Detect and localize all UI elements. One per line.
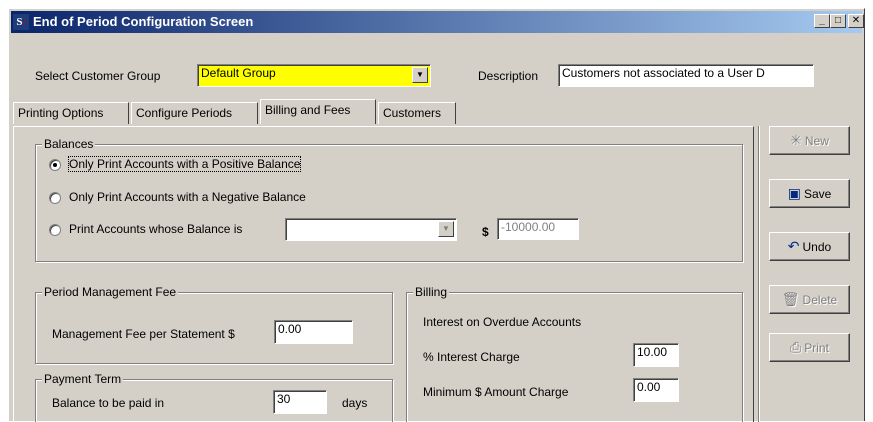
- vertical-divider: [758, 126, 760, 422]
- chevron-down-icon[interactable]: ▼: [438, 221, 454, 237]
- tab-configure-periods[interactable]: Configure Periods: [131, 102, 258, 124]
- interest-charge-label: % Interest Charge: [423, 350, 520, 364]
- title-bar[interactable]: S/ End of Period Configuration Screen _ …: [11, 11, 864, 33]
- tab-printing-options[interactable]: Printing Options: [13, 102, 129, 124]
- undo-button-label: Undo: [802, 240, 832, 254]
- interest-charge-field[interactable]: 10.00: [633, 343, 679, 367]
- config-window: S/ End of Period Configuration Screen _ …: [8, 8, 865, 422]
- management-fee-label: Management Fee per Statement $: [52, 327, 235, 341]
- minimize-button[interactable]: _: [814, 14, 830, 28]
- dollar-sign-label: $: [482, 225, 489, 239]
- new-button-label: New: [804, 134, 829, 148]
- print-button[interactable]: ⎙ Print: [769, 333, 850, 362]
- trash-can-icon: 🗑: [781, 291, 800, 307]
- app-icon-slash: /: [22, 16, 26, 28]
- balance-amount-field[interactable]: -10000.00: [497, 218, 579, 240]
- window-title: End of Period Configuration Screen: [33, 14, 254, 29]
- minimum-charge-label: Minimum $ Amount Charge: [423, 385, 569, 399]
- customer-group-label: Select Customer Group: [35, 69, 161, 83]
- description-label: Description: [478, 69, 539, 83]
- payment-term-label: Balance to be paid in: [52, 396, 165, 410]
- balance-condition-select[interactable]: ▼: [285, 218, 457, 241]
- sf-app-icon: S/: [13, 14, 29, 30]
- save-button-label: Save: [803, 187, 832, 201]
- tab-customers[interactable]: Customers: [378, 102, 456, 124]
- balances-title: Balances: [42, 137, 96, 151]
- new-button[interactable]: ✳ New: [769, 126, 850, 155]
- new-record-icon: ✳: [790, 132, 802, 148]
- customer-group-select[interactable]: Default Group ▼: [197, 64, 431, 87]
- billing-title: Billing: [413, 285, 450, 299]
- minimum-charge-field[interactable]: 0.00: [633, 378, 679, 402]
- undo-arrow-icon: ↶: [787, 238, 800, 254]
- period-fee-title: Period Management Fee: [42, 285, 179, 299]
- payment-days-unit: days: [342, 396, 368, 410]
- balance-condition-radio[interactable]: [49, 224, 61, 236]
- delete-button[interactable]: 🗑 Delete: [769, 285, 850, 314]
- positive-balance-label[interactable]: Only Print Accounts with a Positive Bala…: [67, 156, 302, 172]
- chevron-down-icon[interactable]: ▼: [412, 67, 428, 83]
- negative-balance-radio[interactable]: [49, 192, 61, 204]
- positive-balance-radio[interactable]: [49, 159, 61, 171]
- interest-heading: Interest on Overdue Accounts: [423, 315, 582, 329]
- delete-button-label: Delete: [802, 293, 838, 307]
- undo-button[interactable]: ↶ Undo: [769, 232, 850, 261]
- floppy-disk-icon: ▣: [787, 185, 801, 201]
- printer-icon: ⎙: [790, 339, 802, 355]
- tab-billing-and-fees[interactable]: Billing and Fees: [260, 99, 376, 124]
- description-field[interactable]: Customers not associated to a User D: [558, 64, 814, 87]
- customer-group-value: Default Group: [201, 66, 276, 80]
- negative-balance-label[interactable]: Only Print Accounts with a Negative Bala…: [69, 190, 306, 204]
- print-button-label: Print: [804, 341, 829, 355]
- management-fee-field[interactable]: 0.00: [274, 320, 353, 344]
- close-button[interactable]: ✕: [848, 14, 864, 28]
- maximize-button[interactable]: □: [830, 14, 846, 28]
- save-button[interactable]: ▣ Save: [769, 179, 850, 208]
- payment-days-field[interactable]: 30: [273, 390, 327, 414]
- balance-condition-label[interactable]: Print Accounts whose Balance is: [69, 222, 242, 236]
- payment-term-title: Payment Term: [42, 372, 124, 386]
